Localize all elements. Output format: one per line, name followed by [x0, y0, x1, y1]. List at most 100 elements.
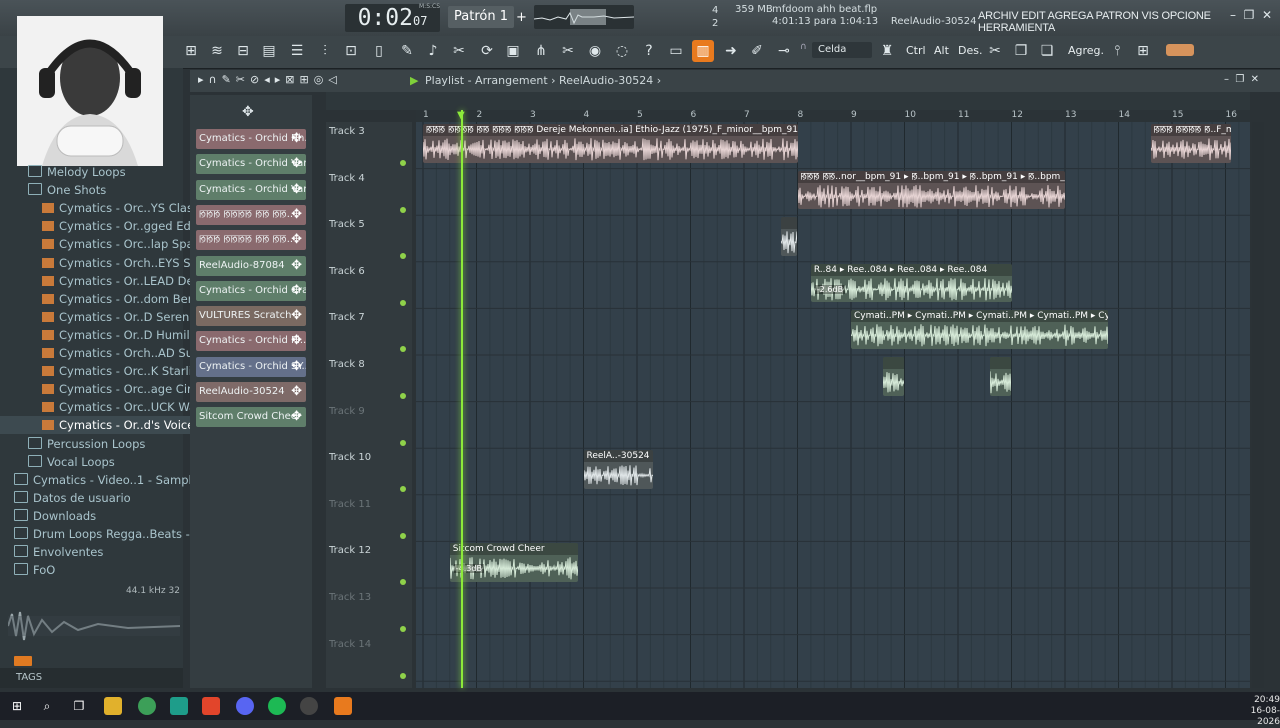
chrome-icon[interactable]: [138, 697, 156, 715]
playlist-window-controls[interactable]: – ❐ ✕: [1224, 74, 1259, 85]
track-name[interactable]: Track 8: [329, 359, 365, 370]
pattern-selector[interactable]: Patrón 1: [448, 6, 514, 28]
mixer-icon[interactable]: ≋: [206, 40, 228, 62]
track-name[interactable]: Track 6: [329, 266, 365, 277]
save-icon[interactable]: ▣: [502, 40, 524, 62]
track-name[interactable]: Track 10: [329, 452, 371, 463]
playhead-marker[interactable]: ▼: [457, 110, 465, 121]
browser-item[interactable]: Downloads: [0, 507, 197, 525]
link-icon[interactable]: ⋔: [530, 40, 552, 62]
track-mute-led[interactable]: [400, 439, 406, 446]
window-controls[interactable]: – ❐ ✕: [1230, 8, 1272, 22]
track-mute-led[interactable]: [400, 579, 406, 586]
window-icon[interactable]: ▭: [665, 40, 687, 62]
browser-item[interactable]: FoO: [0, 561, 197, 579]
plugin-icon[interactable]: ⫶: [314, 40, 336, 62]
tune-icon[interactable]: ♪: [422, 40, 444, 62]
channel-item[interactable]: Cymatics - Orchid Cra.. ✥: [196, 280, 306, 301]
des-key[interactable]: Des.: [958, 44, 982, 57]
audio-clip[interactable]: R..84 ▸ Ree..084 ▸ Ree..084 ▸ Ree..084 -2…: [810, 263, 1012, 303]
ctrl-key[interactable]: Ctrl: [906, 44, 926, 57]
audio-clip[interactable]: ꡐꡐꡐ ꡐꡐ..nor__bpm_91 ▸ ꡐ..bpm_91 ▸ ꡐ..bpm…: [797, 170, 1065, 210]
hint-icon[interactable]: ⊞: [180, 40, 202, 62]
drag-handle-icon[interactable]: ✥: [291, 306, 302, 326]
audio-clip[interactable]: Sitcom Crowd Cheer -4.3dB: [449, 543, 579, 582]
audio-clip[interactable]: [781, 217, 798, 256]
track-name[interactable]: Track 4: [329, 173, 365, 184]
track-mute-led[interactable]: [400, 346, 406, 353]
stamp-icon[interactable]: ♜: [876, 40, 898, 62]
alt-key[interactable]: Alt: [934, 44, 949, 57]
track-mute-led[interactable]: [400, 206, 406, 213]
clip-icon[interactable]: ✂: [448, 40, 470, 62]
browser-item[interactable]: One Shots: [0, 181, 211, 199]
track-name[interactable]: Track 9: [329, 406, 365, 417]
browser-item[interactable]: Envolventes: [0, 543, 197, 561]
wand-icon[interactable]: ✎: [396, 40, 418, 62]
piano-roll-icon[interactable]: ▤: [258, 40, 280, 62]
cart-icon[interactable]: ⊞: [1132, 40, 1154, 62]
snap-select[interactable]: Celda: [812, 42, 872, 58]
audio-clip[interactable]: ꡐꡐꡐ ꡐꡐꡐꡐ ꡐꡐ ꡐꡐꡐ ꡐꡐꡐ Dereje Mekonnen..ia]…: [423, 124, 798, 163]
track-name[interactable]: Track 3: [329, 126, 365, 137]
channel-item[interactable]: ꡐꡐꡐ ꡐꡐꡐꡐ ꡐꡐ ꡐꡐ.. ✥: [196, 230, 306, 251]
spotify-icon[interactable]: [268, 697, 286, 715]
playlist-tools[interactable]: ▸∩✎✂⊘◂▸⊠⊞◎◁: [198, 73, 342, 86]
app-icon[interactable]: [170, 697, 188, 715]
track-name[interactable]: Track 13: [329, 592, 371, 603]
play-preview-button[interactable]: [14, 656, 32, 666]
refresh-icon[interactable]: ⟳: [476, 40, 498, 62]
paste-icon[interactable]: ❏: [1036, 40, 1058, 62]
drag-handle-icon[interactable]: ✥: [291, 331, 302, 351]
browser-item[interactable]: Datos de usuario: [0, 489, 197, 507]
pencil-icon[interactable]: ✐: [746, 40, 768, 62]
playlist-mode-icon[interactable]: ▥: [692, 40, 714, 62]
plugin-badge[interactable]: [1166, 44, 1194, 56]
drag-handle-icon[interactable]: ✥: [291, 205, 302, 225]
channel-item[interactable]: Cymatics - Orchid Pl.. ✥: [196, 331, 306, 352]
add-pattern-icon[interactable]: +: [516, 10, 527, 25]
cut-icon[interactable]: ✂: [984, 40, 1006, 62]
channel-item[interactable]: ReelAudio-30524 ✥: [196, 382, 306, 402]
help-icon[interactable]: ?: [638, 40, 660, 62]
browser-item[interactable]: Melody Loops: [0, 163, 211, 181]
chain-icon[interactable]: ⊸: [773, 40, 795, 62]
channel-item[interactable]: Cymatics - Orchid Var.. ✥: [196, 179, 306, 200]
channel-item[interactable]: Cymatics - Orchid Var.. ✥: [196, 154, 306, 175]
channel-item[interactable]: VULTURES Scratch ✥: [196, 306, 306, 327]
tags-bar[interactable]: TAGS: [0, 668, 183, 688]
audio-clip[interactable]: [990, 357, 1012, 396]
playlist-icon[interactable]: ☰: [286, 40, 308, 62]
browser-item[interactable]: Vocal Loops: [0, 453, 211, 471]
track-mute-led[interactable]: [400, 393, 406, 399]
mic-icon[interactable]: ◉: [584, 40, 606, 62]
browser-item[interactable]: Percussion Loops: [0, 435, 211, 453]
drag-handle-icon[interactable]: ✥: [291, 382, 302, 402]
channel-item[interactable]: Cymatics - Orchid SY.. ✥: [196, 356, 306, 377]
tuning-fork-icon[interactable]: ⫯: [1106, 40, 1128, 62]
file-explorer-icon[interactable]: [104, 697, 122, 715]
fl-studio-icon[interactable]: [334, 697, 352, 715]
track-name[interactable]: Track 14: [329, 639, 371, 650]
browser-item[interactable]: Cymatics - Video..1 - Sample Pack: [0, 471, 197, 489]
track-mute-led[interactable]: [400, 626, 406, 632]
scissors-icon[interactable]: ✂: [557, 40, 579, 62]
drag-handle-icon[interactable]: ✥: [291, 230, 302, 250]
track-mute-led[interactable]: [400, 253, 406, 260]
search-icon[interactable]: ⌕: [38, 697, 56, 715]
arrow-right-icon[interactable]: ➜: [720, 40, 742, 62]
file-icon[interactable]: ▯: [368, 40, 390, 62]
audio-clip[interactable]: Cymati..PM ▸ Cymati..PM ▸ Cymati..PM ▸ C…: [851, 310, 1108, 349]
audio-clip[interactable]: [883, 357, 905, 396]
obs-icon[interactable]: [300, 697, 318, 715]
channel-item[interactable]: ꡐꡐꡐ ꡐꡐꡐꡐ ꡐꡐ ꡐꡐ.. ✥: [196, 204, 306, 225]
vertical-scrollbar[interactable]: [1252, 122, 1264, 688]
brave-icon[interactable]: [202, 697, 220, 715]
track-name[interactable]: Track 5: [329, 219, 365, 230]
timeline-ruler[interactable]: 1 2 3 4 5 6 7 8 9 10 11 12 13 14 15 16: [416, 110, 1250, 122]
move-icon[interactable]: ✥: [242, 104, 254, 120]
track-name[interactable]: Track 11: [329, 499, 371, 510]
drag-handle-icon[interactable]: ✥: [291, 129, 302, 149]
channel-item[interactable]: Cymatics - Orchid Rh.. ✥: [196, 129, 306, 149]
track-mute-led[interactable]: [400, 532, 406, 539]
